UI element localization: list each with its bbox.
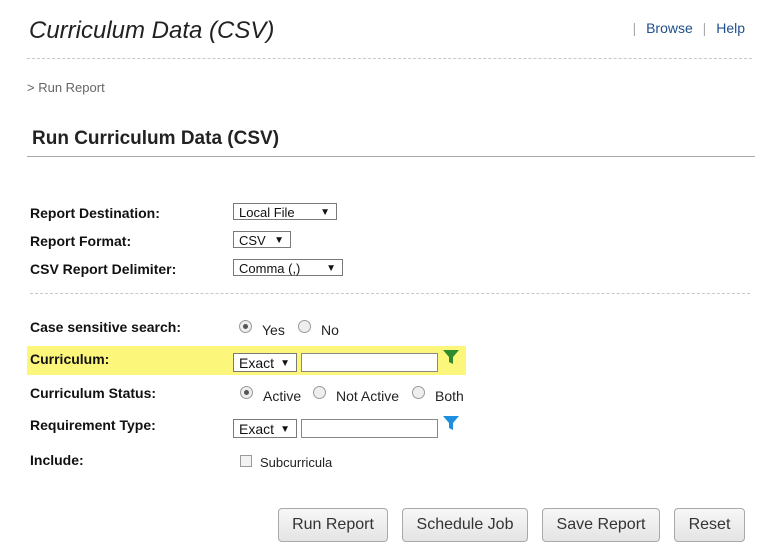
breadcrumb[interactable]: > Run Report bbox=[27, 80, 105, 95]
requirement-type-label: Requirement Type: bbox=[30, 417, 156, 433]
requirement-type-input[interactable] bbox=[301, 419, 438, 438]
status-active-radio[interactable] bbox=[240, 386, 253, 399]
report-destination-label: Report Destination: bbox=[30, 205, 160, 221]
report-format-select[interactable]: CSV ▼ bbox=[233, 231, 291, 248]
report-destination-select[interactable]: Local File ▼ bbox=[233, 203, 337, 220]
dropdown-arrow-icon: ▼ bbox=[320, 207, 330, 218]
status-not-active-label: Not Active bbox=[336, 388, 400, 404]
dropdown-arrow-icon: ▼ bbox=[326, 263, 336, 274]
section-title: Run Curriculum Data (CSV) bbox=[32, 128, 280, 149]
schedule-job-button[interactable]: Schedule Job bbox=[402, 508, 528, 542]
csv-delimiter-select[interactable]: Comma (,) ▼ bbox=[233, 259, 343, 276]
case-sensitive-label: Case sensitive search: bbox=[30, 319, 181, 335]
report-format-label: Report Format: bbox=[30, 233, 132, 249]
status-both-radio[interactable] bbox=[412, 386, 425, 399]
status-both-label: Both bbox=[435, 388, 464, 404]
report-format-value: CSV bbox=[239, 233, 266, 248]
case-yes-label: Yes bbox=[262, 322, 285, 338]
subcurricula-checkbox[interactable] bbox=[240, 455, 252, 467]
section-divider bbox=[27, 156, 755, 157]
save-report-button[interactable]: Save Report bbox=[542, 508, 660, 542]
case-no-radio[interactable] bbox=[298, 320, 311, 333]
status-not-active-radio[interactable] bbox=[313, 386, 326, 399]
run-report-button[interactable]: Run Report bbox=[278, 508, 388, 542]
requirement-match-value: Exact bbox=[239, 421, 275, 437]
curriculum-match-value: Exact bbox=[239, 355, 275, 371]
subcurricula-label: Subcurricula bbox=[260, 455, 333, 470]
csv-delimiter-value: Comma (,) bbox=[239, 261, 301, 276]
options-divider bbox=[30, 293, 750, 294]
status-active-label: Active bbox=[263, 388, 302, 404]
funnel-icon[interactable] bbox=[443, 350, 459, 365]
requirement-match-select[interactable]: Exact ▼ bbox=[233, 419, 297, 438]
dropdown-arrow-icon: ▼ bbox=[274, 235, 284, 246]
header-divider bbox=[27, 58, 752, 59]
funnel-icon[interactable] bbox=[443, 416, 459, 431]
csv-delimiter-label: CSV Report Delimiter: bbox=[30, 261, 177, 277]
case-no-label: No bbox=[321, 322, 339, 338]
help-link[interactable]: Help bbox=[716, 20, 745, 36]
top-links: | Browse | Help bbox=[627, 20, 745, 36]
curriculum-label: Curriculum: bbox=[30, 351, 110, 367]
report-destination-value: Local File bbox=[239, 205, 295, 220]
include-label: Include: bbox=[30, 452, 84, 468]
browse-link[interactable]: Browse bbox=[646, 20, 693, 36]
page-title: Curriculum Data (CSV) bbox=[29, 17, 275, 44]
reset-button[interactable]: Reset bbox=[674, 508, 745, 542]
curriculum-input[interactable] bbox=[301, 353, 438, 372]
link-separator: | bbox=[632, 20, 637, 36]
dropdown-arrow-icon: ▼ bbox=[280, 358, 290, 369]
curriculum-match-select[interactable]: Exact ▼ bbox=[233, 353, 297, 372]
link-separator: | bbox=[702, 20, 707, 36]
case-yes-radio[interactable] bbox=[239, 320, 252, 333]
dropdown-arrow-icon: ▼ bbox=[280, 424, 290, 435]
curriculum-status-label: Curriculum Status: bbox=[30, 385, 157, 401]
